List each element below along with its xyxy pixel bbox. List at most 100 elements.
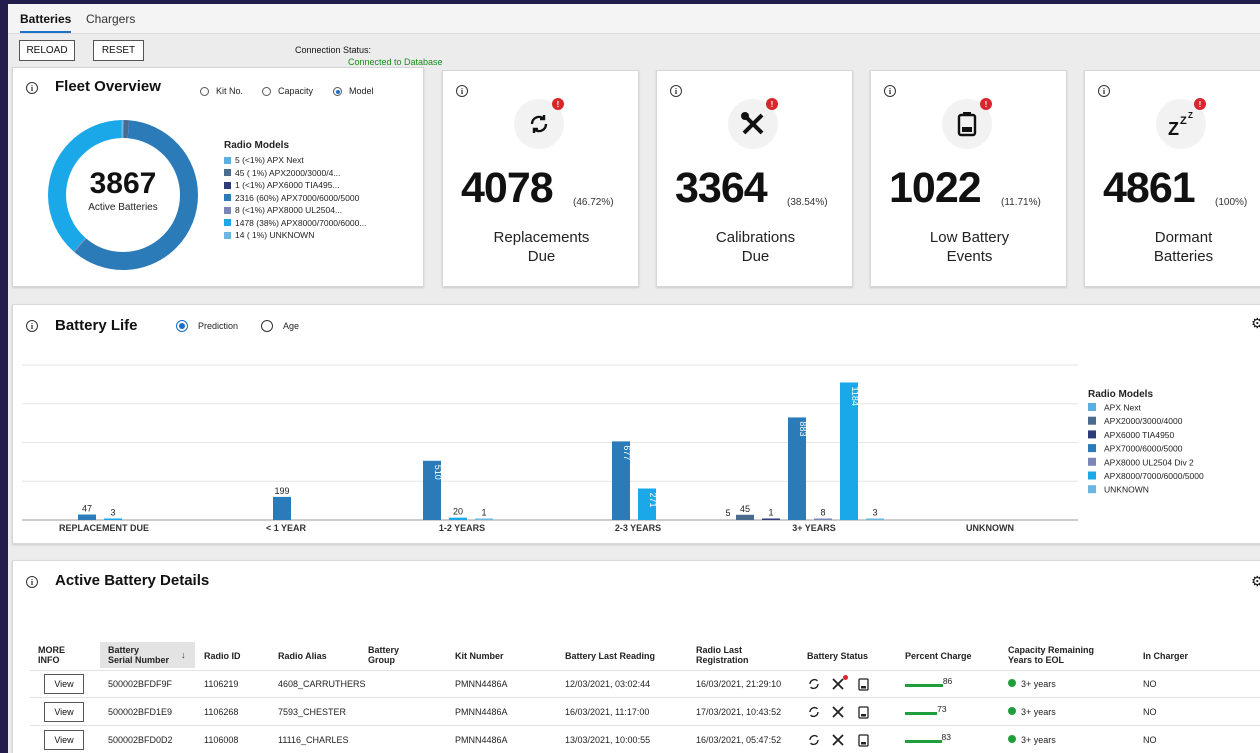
table-header-label: Percent Charge <box>905 651 972 661</box>
header-line: Radio Last <box>696 645 743 655</box>
eol-status-dot <box>1008 735 1016 743</box>
tab-batteries[interactable]: Batteries <box>20 12 72 33</box>
data-label: 1184 <box>850 386 860 405</box>
radio-kit-no-label: Kit No. <box>216 86 244 96</box>
cell-eol: 3+ years <box>1021 707 1056 717</box>
info-icon[interactable]: i <box>884 85 896 97</box>
kpi-label: Low Battery Events <box>871 228 1068 266</box>
radio-prediction-label: Prediction <box>198 321 239 331</box>
info-icon[interactable]: i <box>1098 85 1110 97</box>
bar[interactable] <box>736 514 754 520</box>
x-tick-label: UNKNOWN <box>966 523 1014 533</box>
percent-charge-bar <box>905 740 942 743</box>
data-label: 199 <box>274 486 289 496</box>
bar[interactable] <box>866 518 884 521</box>
percent-charge-value: 86 <box>942 676 953 686</box>
settings-gear-icon[interactable]: ⚙ <box>1251 573 1260 590</box>
kpi-label-line2: Batteries <box>1153 248 1214 265</box>
kpi-card: i! 4078 (46.72%) Replacements Due <box>442 70 639 287</box>
legend-swatch <box>224 181 231 189</box>
legend-entry: 14 ( 1%) UNKNOWN <box>224 230 314 240</box>
percent-charge-value: 73 <box>937 704 947 714</box>
info-icon[interactable]: i <box>670 85 682 97</box>
fleet-overview-title: Fleet Overview <box>55 78 161 95</box>
header-line: Group <box>368 655 395 665</box>
table-header-1[interactable]: Battery Serial Number <box>108 645 208 665</box>
info-icon[interactable]: i <box>26 320 38 332</box>
kpi-percent: (46.72%) <box>573 197 614 208</box>
table-header-6[interactable]: Battery Last Reading <box>565 651 665 661</box>
sort-desc-icon[interactable]: ↓ <box>181 650 186 660</box>
bar[interactable] <box>78 514 96 520</box>
bar[interactable] <box>273 496 291 520</box>
view-button[interactable]: View <box>44 730 84 750</box>
row-divider <box>30 725 1260 726</box>
info-icon[interactable]: i <box>26 576 38 588</box>
reload-button[interactable]: RELOAD <box>19 40 75 61</box>
chart-legend-entry[interactable]: APX Next <box>1104 403 1141 413</box>
table-header-label: Radio Alias <box>278 651 327 661</box>
cell-eol: 3+ years <box>1021 735 1056 745</box>
info-icon[interactable]: i <box>456 85 468 97</box>
chart-legend-entry[interactable]: APX7000/6000/5000 <box>1104 444 1183 454</box>
cell-radio-id: 1106268 <box>204 707 239 717</box>
reset-button[interactable]: RESET <box>93 40 144 61</box>
bar[interactable] <box>475 518 493 521</box>
legend-swatch <box>224 231 231 239</box>
bar[interactable] <box>449 517 467 520</box>
kpi-label: Replacements Due <box>443 228 640 266</box>
table-header-8[interactable]: Battery Status <box>807 651 907 661</box>
svg-text:Z: Z <box>1188 111 1193 120</box>
data-label: 3 <box>872 508 877 518</box>
chart-legend-entry[interactable]: APX2000/3000/4000 <box>1104 416 1183 426</box>
kpi-label-line2: Events <box>946 248 993 265</box>
table-header-3[interactable]: Radio Alias <box>278 651 378 661</box>
legend-entry: 5 (<1%) APX Next <box>224 155 304 165</box>
data-label: 1 <box>768 508 773 518</box>
header-line: Battery <box>108 645 140 655</box>
legend-entry: 8 (<1%) APX8000 UL2504... <box>224 205 342 215</box>
table-header-label: Battery Status <box>807 651 869 661</box>
table-header-label: Radio Last Registration <box>696 645 796 665</box>
chart-legend-entry[interactable]: APX8000/7000/6000/5000 <box>1104 471 1204 481</box>
chart-legend-entry[interactable]: APX8000 UL2504 Div 2 <box>1104 457 1194 467</box>
header-line: Registration <box>696 655 749 665</box>
info-icon[interactable]: i <box>26 82 38 94</box>
chart-legend-swatch <box>1088 430 1096 439</box>
radio-kit-no[interactable] <box>200 87 209 96</box>
radio-age[interactable] <box>261 320 273 332</box>
percent-charge-value: 83 <box>941 732 951 742</box>
active-batteries-label: Active Batteries <box>88 202 158 213</box>
battery-status-icons <box>807 677 877 691</box>
radio-prediction[interactable] <box>176 320 188 332</box>
table-header-4[interactable]: Battery Group <box>368 645 468 665</box>
bar[interactable] <box>762 518 780 521</box>
kpi-value: 3364 <box>675 164 768 212</box>
header-line: Capacity Remaining <box>1008 645 1095 655</box>
legend-entry-text: 8 (<1%) APX8000 UL2504... <box>235 205 343 215</box>
kpi-value: 4078 <box>461 164 554 212</box>
legend-entry: 45 ( 1%) APX2000/3000/4... <box>224 168 340 178</box>
table-header-7[interactable]: Radio Last Registration <box>696 645 796 665</box>
settings-gear-icon[interactable]: ⚙ <box>1251 315 1260 332</box>
table-header-11[interactable]: In Charger <box>1143 651 1243 661</box>
chart-legend-entry[interactable]: APX6000 TIA4950 <box>1104 430 1175 440</box>
radio-capacity[interactable] <box>262 87 271 96</box>
active-battery-details-title: Active Battery Details <box>55 572 210 589</box>
chart-legend-entry[interactable]: UNKNOWN <box>1104 485 1149 495</box>
table-header-5[interactable]: Kit Number <box>455 651 555 661</box>
tab-chargers[interactable]: Chargers <box>86 12 135 26</box>
x-tick-label: 3+ YEARS <box>792 523 836 533</box>
data-label: 1 <box>481 508 486 518</box>
view-button[interactable]: View <box>44 674 84 694</box>
x-tick-label: 2-3 YEARS <box>615 523 661 533</box>
radio-model[interactable] <box>333 87 342 96</box>
table-header-10[interactable]: Capacity Remaining Years to EOL <box>1008 645 1138 665</box>
bar[interactable] <box>814 518 832 521</box>
bar[interactable] <box>104 518 122 521</box>
table-header-9[interactable]: Percent Charge <box>905 651 1005 661</box>
view-button[interactable]: View <box>44 702 84 722</box>
connection-status-label: Connection Status: <box>295 45 372 55</box>
data-label: 45 <box>740 504 750 514</box>
header-line: Years to EOL <box>1008 655 1065 665</box>
